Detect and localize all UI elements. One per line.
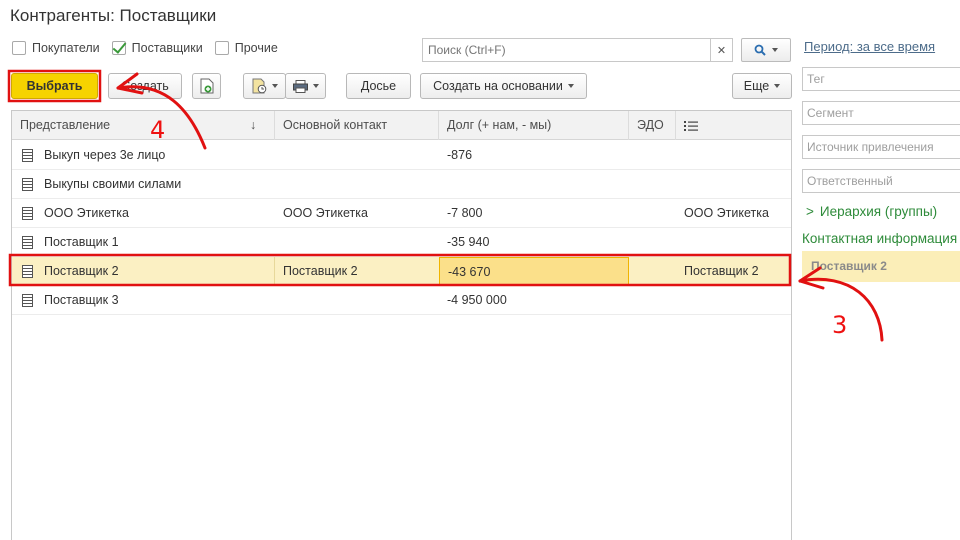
cell-extra xyxy=(676,228,792,256)
annotation-step-3: 3 xyxy=(832,311,848,339)
report-clock-icon xyxy=(252,78,266,94)
cell-extra xyxy=(676,141,792,169)
column-header-name[interactable]: Представление ↓ xyxy=(12,111,275,140)
table-row-selected[interactable]: Поставщик 2 Поставщик 2 -43 670 Поставщи… xyxy=(12,257,791,286)
responsible-field[interactable]: Ответственный xyxy=(802,169,960,193)
cell-contact: Поставщик 2 xyxy=(283,264,358,278)
report-menu-button[interactable] xyxy=(243,73,286,99)
filter-buyers[interactable]: Покупатели xyxy=(12,41,100,55)
print-menu-button[interactable] xyxy=(285,73,326,99)
filter-bar: Покупатели Поставщики Прочие xyxy=(12,41,290,55)
cell-name: Выкупы своими силами xyxy=(44,177,182,191)
cell-debt xyxy=(439,170,629,198)
chevron-down-icon xyxy=(271,84,278,88)
create-based-on-button[interactable]: Создать на основании xyxy=(420,73,587,99)
sort-down-icon: ↓ xyxy=(250,118,257,132)
chevron-right-icon: > xyxy=(806,204,814,219)
cell-extra: Поставщик 2 xyxy=(684,264,759,278)
cell-name: Поставщик 1 xyxy=(44,235,119,249)
table-header: Представление ↓ Основной контакт Долг (+… xyxy=(12,111,791,140)
table-row[interactable]: ООО Этикетка ООО Этикетка -7 800 ООО Эти… xyxy=(12,199,791,228)
cell-debt: -35 940 xyxy=(447,235,490,249)
search-button[interactable] xyxy=(741,38,791,62)
cell-debt: -7 800 xyxy=(447,206,483,220)
checkbox-buyers[interactable] xyxy=(12,41,26,55)
chevron-down-icon xyxy=(312,84,319,88)
filter-suppliers-label: Поставщики xyxy=(131,41,203,55)
column-header-edo[interactable]: ЭДО xyxy=(629,111,676,140)
cell-contact xyxy=(275,141,439,169)
table-row[interactable]: Поставщик 3 -4 950 000 xyxy=(12,286,791,315)
side-panel: Период: за все время Тег Сегмент Источни… xyxy=(802,0,960,540)
cell-contact xyxy=(275,170,439,198)
checkbox-other[interactable] xyxy=(214,41,229,55)
segment-field[interactable]: Сегмент xyxy=(802,101,960,125)
cell-contact: ООО Этикетка xyxy=(283,206,368,220)
period-link[interactable]: Период: за все время xyxy=(804,39,935,54)
window-title: Контрагенты: Поставщики xyxy=(10,6,217,25)
printer-icon xyxy=(292,79,308,93)
search-input[interactable] xyxy=(423,39,710,61)
contact-info-title: Контактная информация xyxy=(802,231,958,246)
filter-suppliers[interactable]: Поставщики xyxy=(111,41,203,55)
annotation-step-4: 4 xyxy=(150,116,166,144)
more-button[interactable]: Еще xyxy=(732,73,792,99)
cell-name: Выкуп через 3е лицо xyxy=(44,148,166,162)
cell-extra xyxy=(676,286,792,314)
chevron-down-icon xyxy=(774,84,781,88)
cell-name: Поставщик 3 xyxy=(44,293,119,307)
cell-contact xyxy=(275,228,439,256)
list-icon xyxy=(684,120,698,131)
cell-name: Поставщик 2 xyxy=(12,257,275,285)
cell-name: ООО Этикетка xyxy=(44,206,129,220)
column-header-contact[interactable]: Основной контакт xyxy=(275,111,439,140)
source-field[interactable]: Источник привлечения xyxy=(802,135,960,159)
search-box: ✕ xyxy=(422,38,733,62)
table-row[interactable]: Выкупы своими силами xyxy=(12,170,791,199)
cell-debt: -43 670 xyxy=(439,257,629,285)
contact-info-value: Поставщик 2 xyxy=(802,251,960,282)
hierarchy-link[interactable]: > Иерархия (группы) xyxy=(806,204,937,219)
counterparties-table: Представление ↓ Основной контакт Долг (+… xyxy=(11,110,792,540)
dossier-button[interactable]: Досье xyxy=(346,73,411,99)
select-button[interactable]: Выбрать xyxy=(11,73,98,99)
filter-other-label: Прочие xyxy=(234,41,278,55)
cell-extra xyxy=(676,170,792,198)
table-row[interactable]: Поставщик 1 -35 940 xyxy=(12,228,791,257)
cell-extra: ООО Этикетка xyxy=(684,206,769,220)
clear-icon[interactable]: ✕ xyxy=(710,39,732,61)
filter-other[interactable]: Прочие xyxy=(214,41,278,55)
cell-debt: -876 xyxy=(447,148,473,162)
checkbox-suppliers[interactable] xyxy=(111,41,126,55)
table-row[interactable]: Выкуп через 3е лицо -876 xyxy=(12,141,791,170)
copy-button[interactable] xyxy=(192,73,221,99)
chevron-down-icon xyxy=(567,84,574,88)
filter-buyers-label: Покупатели xyxy=(32,41,100,55)
column-header-list[interactable] xyxy=(676,111,792,140)
search-icon xyxy=(754,44,766,56)
column-header-debt[interactable]: Долг (+ нам, - мы) xyxy=(439,111,629,140)
cell-debt: -4 950 000 xyxy=(447,293,507,307)
tag-field[interactable]: Тег xyxy=(802,67,960,91)
create-based-on-label: Создать на основании xyxy=(433,79,563,93)
create-button[interactable]: Создать xyxy=(108,73,182,99)
chevron-down-icon xyxy=(772,48,778,52)
add-document-icon xyxy=(200,78,213,94)
more-label: Еще xyxy=(743,79,770,93)
cell-contact xyxy=(275,286,439,314)
